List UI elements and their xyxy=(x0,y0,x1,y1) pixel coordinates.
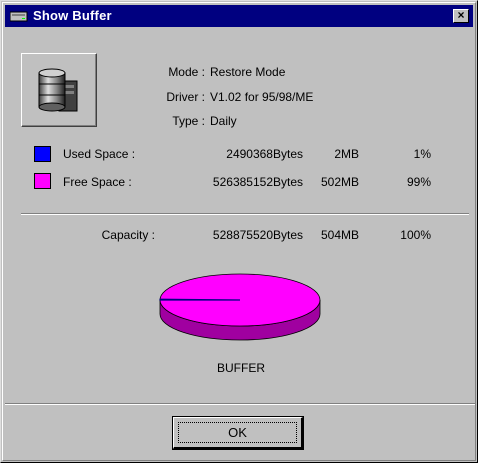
used-space-label: Used Space : xyxy=(63,147,136,161)
ok-button-label: OK xyxy=(178,422,297,443)
drive-icon xyxy=(10,11,28,22)
pie-svg xyxy=(159,273,321,341)
capacity-percent: 100% xyxy=(400,228,431,242)
type-value: Daily xyxy=(210,114,237,128)
free-space-bytes: 526385152Bytes xyxy=(212,175,303,189)
pie-chart-label: BUFFER xyxy=(217,361,265,375)
mode-label: Mode : xyxy=(168,65,205,79)
show-buffer-window: Show Buffer × Mode : Restore Mode Driver… xyxy=(0,0,478,463)
capacity-bytes: 528875520Bytes xyxy=(212,228,303,242)
window-title: Show Buffer xyxy=(33,8,112,23)
driver-label: Driver : xyxy=(166,90,205,104)
driver-value: V1.02 for 95/98/ME xyxy=(210,90,314,104)
used-space-bytes: 2490368Bytes xyxy=(226,147,303,161)
footer-divider-highlight xyxy=(5,404,475,405)
capacity-label: Capacity : xyxy=(101,228,155,242)
free-space-label: Free Space : xyxy=(63,175,132,189)
mode-value: Restore Mode xyxy=(210,65,286,79)
title-bar[interactable]: Show Buffer × xyxy=(5,5,473,27)
separator-highlight xyxy=(21,214,469,215)
buffer-pie-chart xyxy=(151,267,331,350)
capacity-mb: 504MB xyxy=(320,228,359,242)
pie-slice-used xyxy=(159,298,241,301)
free-space-percent: 99% xyxy=(406,175,431,189)
free-space-mb: 502MB xyxy=(320,175,359,189)
database-icon xyxy=(38,68,78,112)
used-space-swatch xyxy=(34,146,51,162)
free-space-swatch xyxy=(34,173,51,189)
close-button[interactable]: × xyxy=(453,9,469,23)
ok-button[interactable]: OK xyxy=(173,417,303,449)
type-label: Type : xyxy=(172,114,205,128)
used-space-percent: 1% xyxy=(413,147,431,161)
used-space-mb: 2MB xyxy=(334,147,359,161)
